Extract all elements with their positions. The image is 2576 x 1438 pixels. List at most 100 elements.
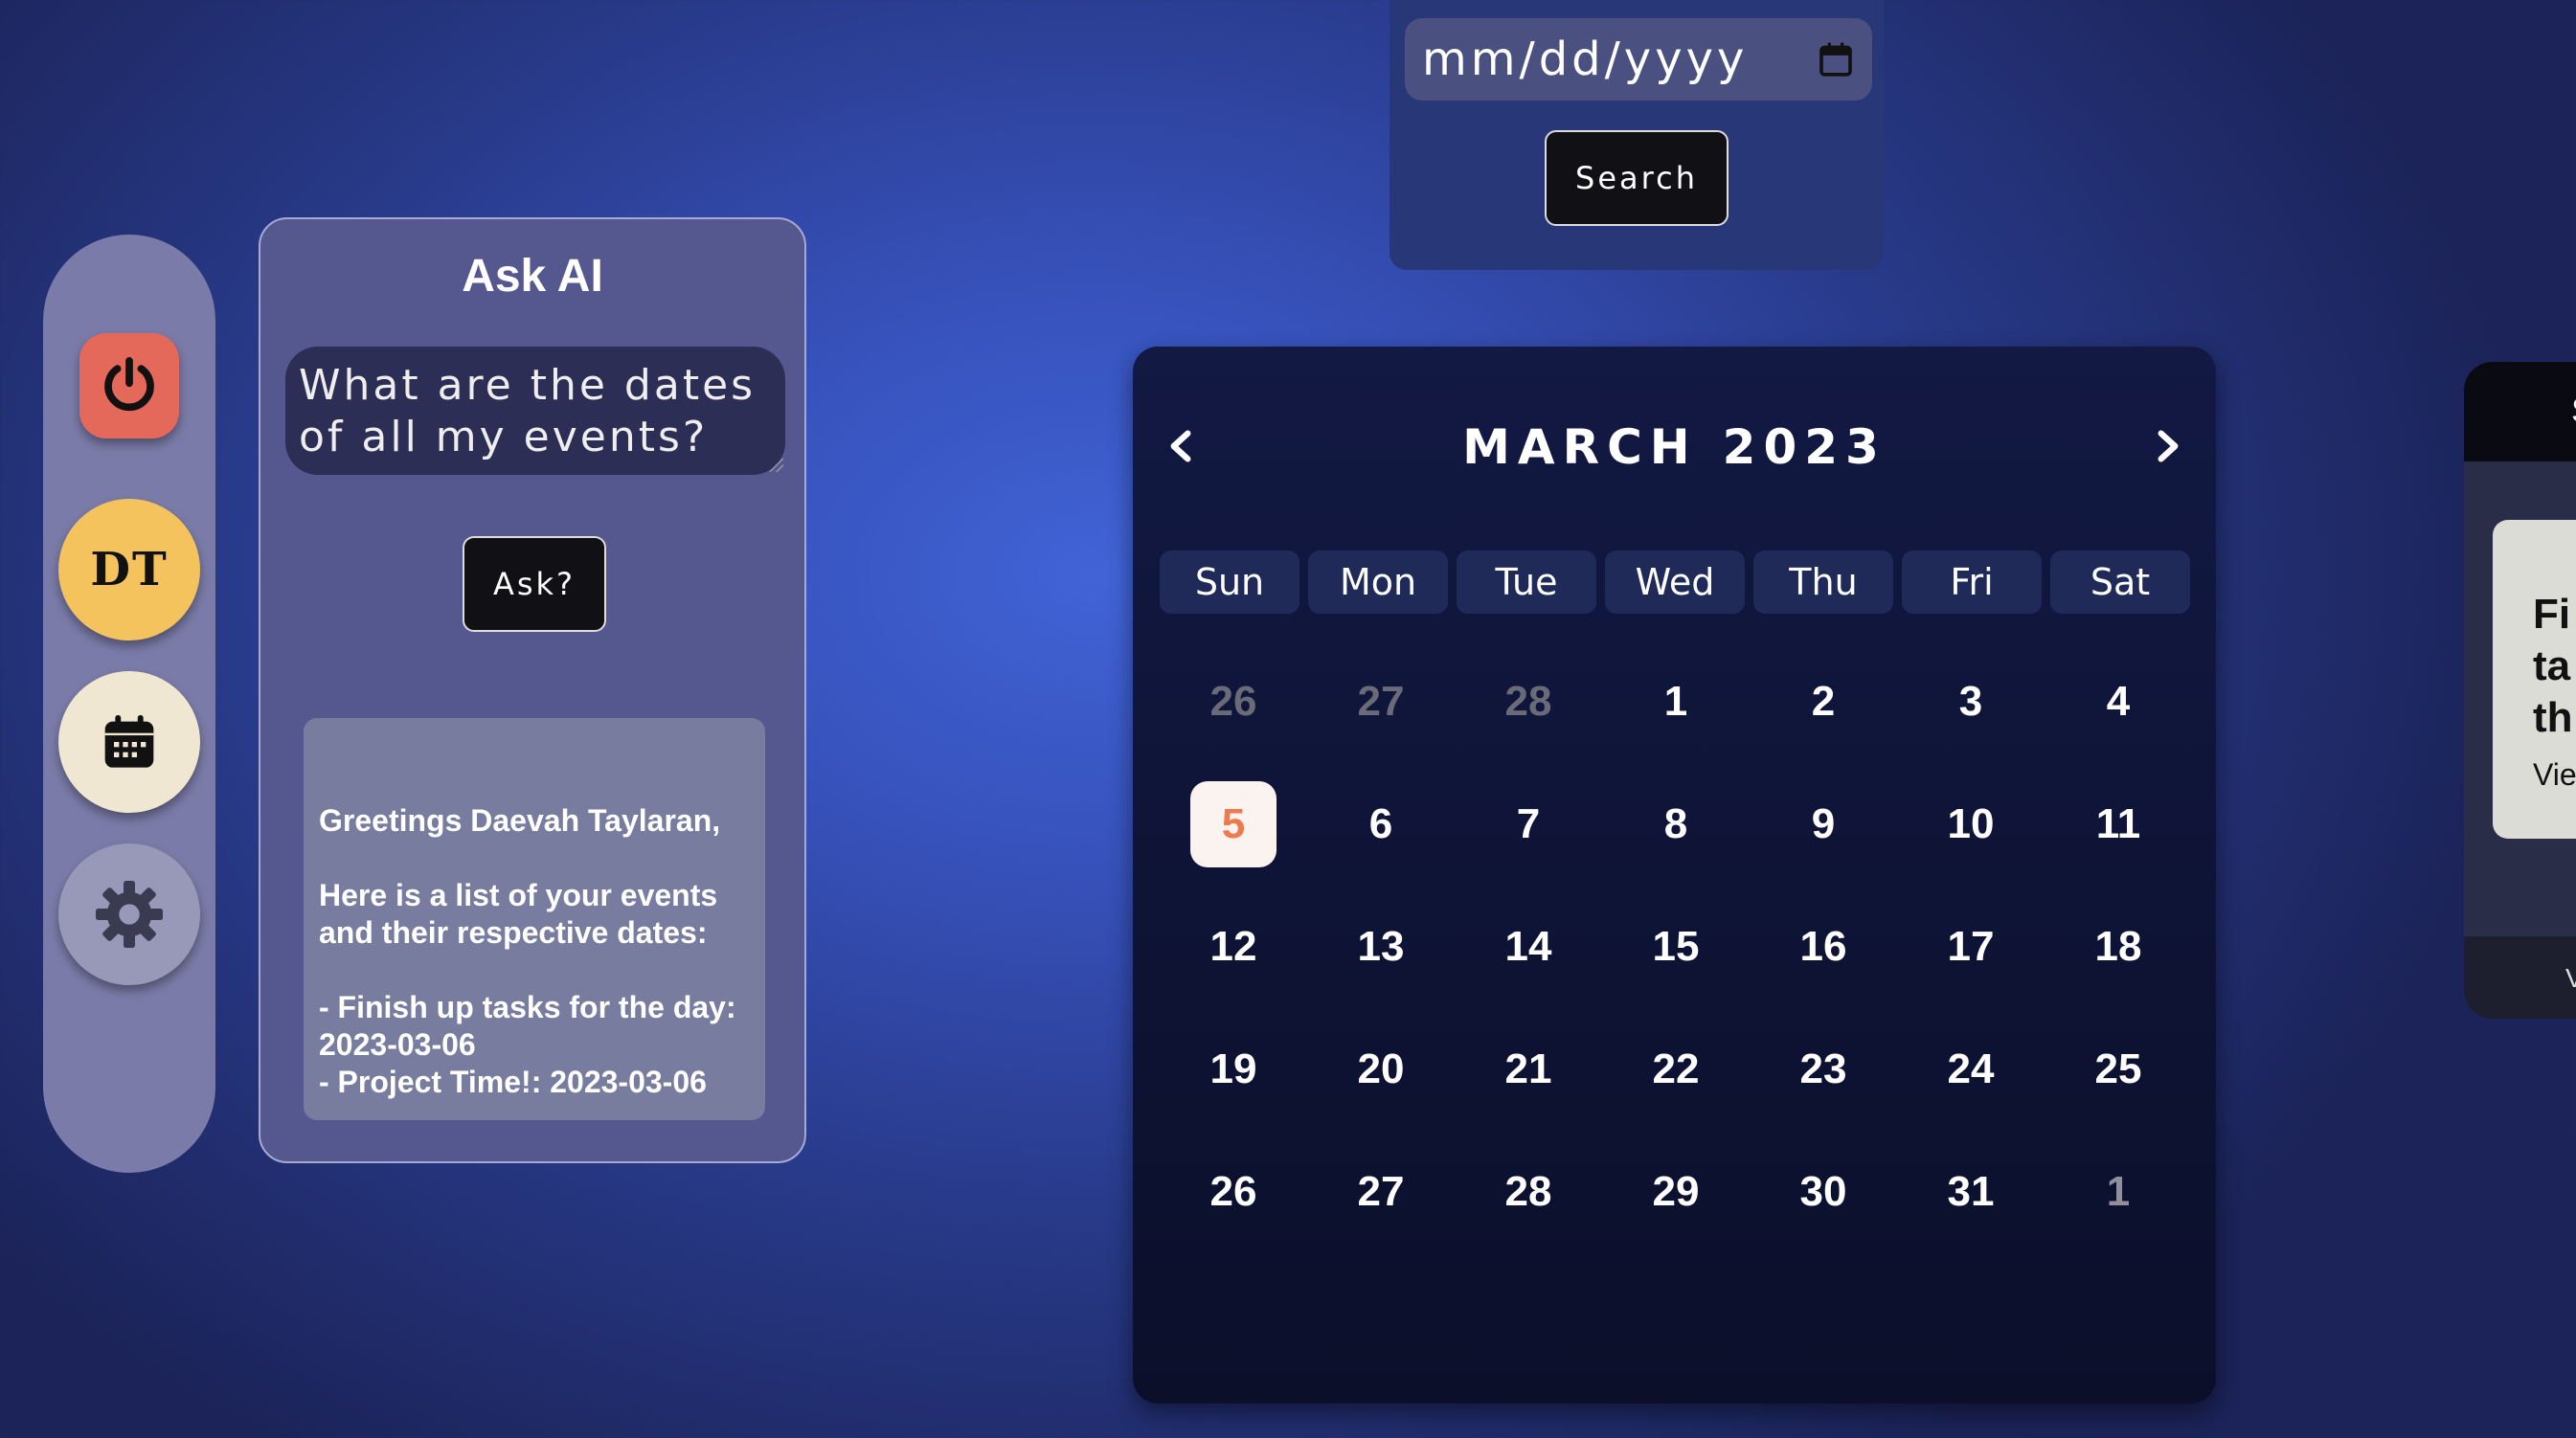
events-panel-footer[interactable]: V: [2464, 936, 2576, 1019]
search-button[interactable]: Search: [1545, 130, 1729, 226]
events-panel-footer-text: V: [2565, 963, 2576, 993]
calendar-day[interactable]: 26: [1160, 1131, 1307, 1253]
calendar-day-number: 27: [1357, 678, 1405, 725]
calendar-day-number: 31: [1947, 1168, 1995, 1215]
calendar-day[interactable]: 9: [1750, 763, 1897, 886]
calendar-day[interactable]: 29: [1602, 1131, 1750, 1253]
calendar-day[interactable]: 23: [1750, 1008, 1897, 1131]
calendar-day-number: 25: [2094, 1045, 2142, 1092]
calendar-day-number: 1: [1663, 678, 1688, 725]
date-input-placeholder: mm/dd/yyyy: [1422, 33, 1749, 86]
weekday-label: Sun: [1160, 550, 1299, 614]
calendar-day[interactable]: 16: [1750, 886, 1897, 1008]
calendar-day-today[interactable]: 5: [1160, 763, 1307, 886]
calendar-month: MARCH: [1462, 419, 1698, 475]
calendar-day[interactable]: 15: [1602, 886, 1750, 1008]
calendar-day[interactable]: 1: [2045, 1131, 2192, 1253]
ai-response-text: Greetings Daevah Taylaran, Here is a lis…: [304, 718, 765, 1120]
calendar-day[interactable]: 2: [1750, 640, 1897, 763]
calendar-day-number: 17: [1947, 923, 1995, 970]
calendar-day[interactable]: 31: [1897, 1131, 2045, 1253]
calendar-day[interactable]: 3: [1897, 640, 2045, 763]
ask-ai-panel: Ask AI What are the dates of all my even…: [259, 217, 806, 1163]
calendar-day[interactable]: 28: [1455, 640, 1602, 763]
power-icon: [104, 357, 154, 412]
calendar-day[interactable]: 1: [1602, 640, 1750, 763]
calendar-day-number: 29: [1652, 1168, 1700, 1215]
calendar-day-number: 22: [1652, 1045, 1700, 1092]
settings-button[interactable]: [58, 843, 200, 985]
calendar-day-number: 28: [1504, 1168, 1552, 1215]
weekday-label: Mon: [1308, 550, 1448, 614]
calendar-days-grid: 26 27 28 1 2 3 4 5 6 7 8 9 10 11 12 13 14 15 16 17 18 19 20 21 2…: [1160, 640, 2190, 1253]
calendar-day[interactable]: 11: [2045, 763, 2192, 886]
calendar-day[interactable]: 17: [1897, 886, 2045, 1008]
weekday-label: Wed: [1605, 550, 1745, 614]
calendar-day[interactable]: 7: [1455, 763, 1602, 886]
calendar-day-number: 26: [1209, 678, 1257, 725]
avatar-button[interactable]: DT: [58, 499, 200, 640]
calendar-month-year: MARCH 2023: [1133, 419, 2216, 475]
calendar-day-number: 9: [1811, 800, 1836, 847]
ask-button[interactable]: Ask?: [463, 536, 606, 632]
calendar-day-number: 4: [2106, 678, 2131, 725]
calendar-day[interactable]: 27: [1307, 1131, 1455, 1253]
calendar-day[interactable]: 30: [1750, 1131, 1897, 1253]
calendar-day-number: 10: [1947, 800, 1995, 847]
resize-grip-icon[interactable]: [770, 459, 783, 472]
event-card[interactable]: Fi ta th Vie: [2493, 520, 2576, 839]
events-panel-header: S: [2464, 362, 2576, 461]
calendar-day[interactable]: 12: [1160, 886, 1307, 1008]
weekday-label: Thu: [1753, 550, 1893, 614]
event-card-title: Fi ta th: [2533, 591, 2573, 741]
calendar-day[interactable]: 4: [2045, 640, 2192, 763]
event-card-view-link[interactable]: Vie: [2533, 757, 2576, 793]
calendar-day[interactable]: 28: [1455, 1131, 1602, 1253]
calendar-day-number: 26: [1209, 1168, 1257, 1215]
events-panel: S Fi ta th Vie V: [2464, 362, 2576, 1019]
calendar-day-number: 1: [2106, 1168, 2131, 1215]
calendar-day[interactable]: 19: [1160, 1008, 1307, 1131]
calendar-day[interactable]: 26: [1160, 640, 1307, 763]
calendar-button[interactable]: [58, 671, 200, 813]
calendar-day[interactable]: 21: [1455, 1008, 1602, 1131]
calendar-picker-icon[interactable]: [1817, 38, 1855, 80]
calendar-day[interactable]: 8: [1602, 763, 1750, 886]
calendar-day[interactable]: 27: [1307, 640, 1455, 763]
calendar-day[interactable]: 20: [1307, 1008, 1455, 1131]
calendar-day-number: 20: [1357, 1045, 1405, 1092]
calendar-day-number: 8: [1663, 800, 1688, 847]
calendar-day[interactable]: 18: [2045, 886, 2192, 1008]
calendar-day-number: 23: [1799, 1045, 1847, 1092]
sidebar: DT: [43, 235, 215, 1173]
calendar-day-number: 5: [1190, 781, 1277, 867]
ask-ai-question-input[interactable]: What are the dates of all my events?: [285, 347, 785, 475]
calendar-icon: [104, 715, 154, 768]
calendar-day[interactable]: 10: [1897, 763, 2045, 886]
calendar-day[interactable]: 24: [1897, 1008, 2045, 1131]
calendar-day-number: 21: [1504, 1045, 1552, 1092]
calendar-day[interactable]: 22: [1602, 1008, 1750, 1131]
calendar-day-number: 28: [1504, 678, 1552, 725]
calendar-day[interactable]: 6: [1307, 763, 1455, 886]
date-search-panel: mm/dd/yyyy Search: [1390, 0, 1884, 270]
month-calendar: MARCH 2023 Sun Mon Tue Wed Thu Fri Sat 26…: [1133, 347, 2216, 1404]
calendar-day-number: 13: [1357, 923, 1405, 970]
calendar-day-number: 12: [1209, 923, 1257, 970]
power-button[interactable]: [79, 333, 179, 438]
next-month-button[interactable]: [2139, 417, 2197, 475]
calendar-day-number: 14: [1504, 923, 1552, 970]
calendar-day-number: 16: [1799, 923, 1847, 970]
events-panel-header-text: S: [2571, 391, 2576, 431]
weekday-label: Fri: [1902, 550, 2042, 614]
avatar-initials: DT: [90, 543, 169, 596]
calendar-day-number: 15: [1652, 923, 1700, 970]
calendar-day-number: 2: [1811, 678, 1836, 725]
calendar-day[interactable]: 25: [2045, 1008, 2192, 1131]
calendar-year: 2023: [1722, 419, 1887, 475]
calendar-day-number: 30: [1799, 1168, 1847, 1215]
calendar-day[interactable]: 13: [1307, 886, 1455, 1008]
date-input[interactable]: mm/dd/yyyy: [1405, 18, 1872, 101]
calendar-day[interactable]: 14: [1455, 886, 1602, 1008]
weekday-label: Tue: [1457, 550, 1596, 614]
